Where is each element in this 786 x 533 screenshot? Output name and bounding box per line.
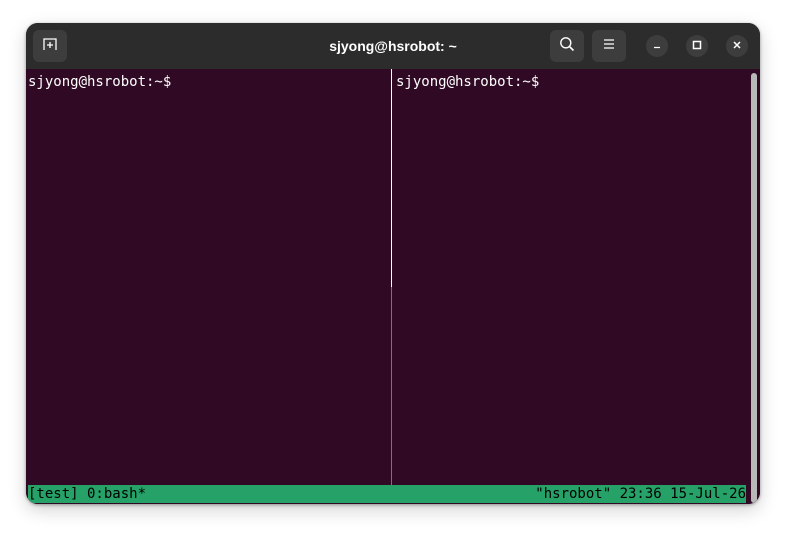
tmux-status-bar: [test] 0:bash* "hsrobot" 23:36 15-Jul-26: [28, 485, 746, 503]
tmux-pane-right[interactable]: sjyong@hsrobot:~$: [396, 69, 750, 485]
pane-divider[interactable]: [391, 69, 392, 287]
scrollbar[interactable]: [751, 73, 757, 503]
host-datetime: "hsrobot" 23:36 15-Jul-26: [535, 486, 746, 502]
new-tab-button[interactable]: [33, 30, 67, 62]
search-button[interactable]: [550, 30, 584, 62]
minimize-button[interactable]: [646, 35, 668, 57]
minimize-icon: [652, 37, 662, 55]
terminal-window: sjyong@hsrobot: ~ sjyong@hsrobot:~$ sjyo…: [26, 23, 760, 504]
terminal-area[interactable]: sjyong@hsrobot:~$ sjyong@hsrobot:~$ [tes…: [26, 69, 760, 504]
close-icon: [732, 37, 742, 55]
menu-button[interactable]: [592, 30, 626, 62]
new-tab-icon: [42, 36, 58, 57]
tmux-pane-left[interactable]: sjyong@hsrobot:~$: [28, 69, 390, 485]
shell-prompt: sjyong@hsrobot:~$: [396, 74, 540, 90]
hamburger-menu-icon: [602, 37, 616, 56]
maximize-button[interactable]: [686, 35, 708, 57]
maximize-icon: [692, 37, 702, 55]
pane-divider-active[interactable]: [391, 287, 392, 485]
close-button[interactable]: [726, 35, 748, 57]
shell-prompt: sjyong@hsrobot:~$: [28, 74, 172, 90]
session-window-list: [test] 0:bash*: [28, 486, 147, 502]
search-icon: [559, 36, 575, 57]
title-bar[interactable]: sjyong@hsrobot: ~: [26, 23, 760, 69]
